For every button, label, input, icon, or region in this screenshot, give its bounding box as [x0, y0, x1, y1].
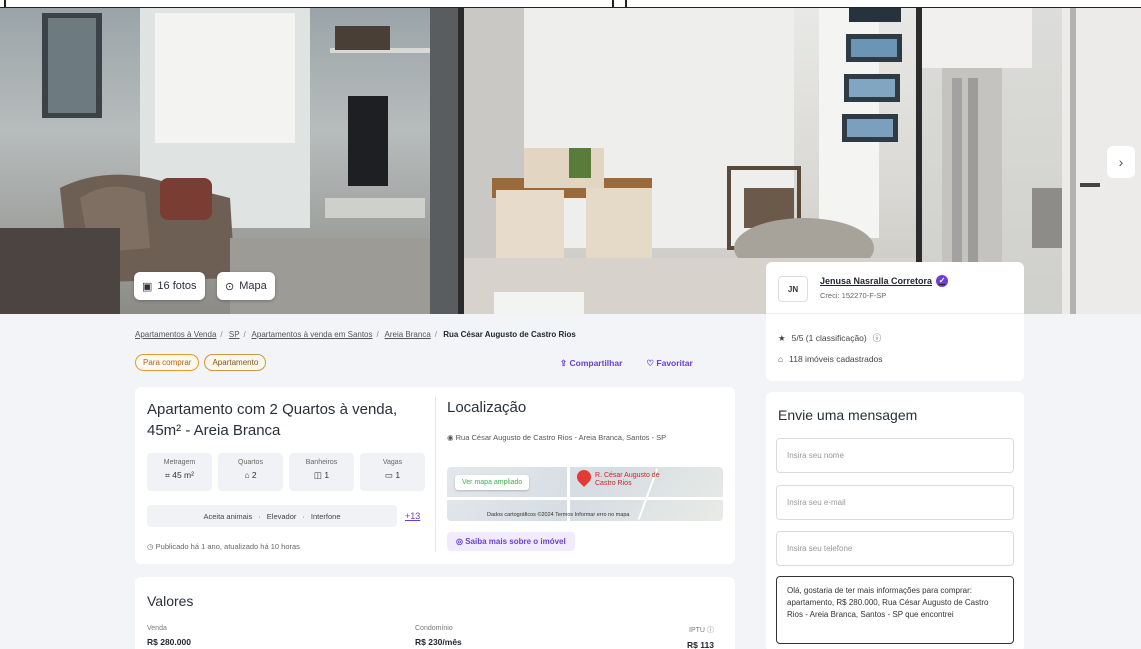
- frame-tick-mid: [612, 0, 614, 8]
- prices-title: Valores: [147, 593, 194, 609]
- agent-rating: ★ 5/5 (1 classificação) ⓘ: [778, 332, 882, 344]
- avatar: JN: [778, 276, 808, 302]
- feature-area: Metragem ⌗ 45 m²: [147, 453, 212, 491]
- area-icon: ⌗: [165, 470, 170, 480]
- photos-button[interactable]: ▣ 16 fotos: [134, 272, 205, 300]
- favorite-button[interactable]: ♡ Favoritar: [646, 358, 692, 369]
- info-icon[interactable]: ⓘ: [873, 332, 882, 344]
- car-icon: ▭: [384, 470, 393, 480]
- expand-map-button[interactable]: Ver mapa ampliado: [455, 475, 530, 490]
- listing-actions: ⇪ Compartilhar ♡ Favoritar: [560, 358, 693, 369]
- tag-type: Apartamento: [204, 354, 267, 371]
- location-pin-icon: ◉: [447, 433, 454, 442]
- published-info: ◷ Publicado há 1 ano, atualizado há 10 h…: [147, 542, 300, 551]
- agent-creci: Creci: 152270-F-SP: [820, 291, 887, 300]
- message-textarea[interactable]: Olá, gostaria de ter mais informações pa…: [776, 576, 1014, 644]
- share-icon: ⇪: [560, 358, 568, 368]
- feature-bedrooms: Quartos ⌂ 2: [218, 453, 283, 491]
- share-button[interactable]: ⇪ Compartilhar: [560, 358, 622, 369]
- feature-parking: Vagas ▭ 1: [360, 453, 425, 491]
- help-icon[interactable]: ⓘ: [707, 627, 714, 634]
- map-road: [447, 497, 723, 500]
- breadcrumb-item[interactable]: Areia Branca: [385, 330, 431, 339]
- listing-tags: Para comprar Apartamento: [135, 354, 267, 371]
- location-title: Localização: [447, 399, 527, 416]
- bed-icon: ⌂: [244, 470, 250, 480]
- agent-header: JN Jenusa Nasralla Corretora ✓ Creci: 15…: [766, 262, 1024, 314]
- listing-summary-card: Apartamento com 2 Quartos à venda, 45m² …: [135, 387, 735, 564]
- feature-bathrooms: Banheiros ◫ 1: [289, 453, 354, 491]
- amenity-item: Aceita animais: [203, 511, 253, 521]
- feature-list: Metragem ⌗ 45 m² Quartos ⌂ 2 Banheiros ◫…: [147, 453, 425, 491]
- location-pin-icon: ⊙: [225, 280, 235, 293]
- chevron-right-icon: ›: [1118, 154, 1124, 170]
- form-title: Envie uma mensagem: [778, 407, 918, 423]
- verified-icon: ✓: [936, 275, 949, 287]
- amenity-item: Interfone: [310, 511, 341, 521]
- next-photo-button[interactable]: ›: [1107, 146, 1135, 178]
- breadcrumb-item[interactable]: Apartamentos à Venda: [135, 330, 216, 339]
- breadcrumb-item[interactable]: SP: [229, 330, 240, 339]
- price-iptu: IPTU ⓘ R$ 113: [687, 627, 714, 649]
- frame-tick-mid2: [625, 0, 627, 8]
- agent-listings: ⌂ 118 imóveis cadastrados: [778, 354, 883, 364]
- amenity-item: Elevador: [266, 511, 297, 521]
- location-address: ◉ Rua César Augusto de Castro Rios - Are…: [447, 433, 667, 442]
- breadcrumb-current: Rua César Augusto de Castro Rios: [443, 330, 576, 339]
- info-icon: ◎: [456, 537, 463, 546]
- price-sale: Venda R$ 280.000: [147, 625, 191, 647]
- breadcrumb-item[interactable]: Apartamentos à venda em Santos: [252, 330, 373, 339]
- heart-icon: ♡: [646, 358, 655, 368]
- top-frame-bar: [0, 0, 1141, 8]
- frame-tick-left: [4, 0, 6, 8]
- name-field[interactable]: [776, 438, 1014, 473]
- phone-field[interactable]: [776, 531, 1014, 566]
- map-footer: Dados cartográficos ©2024 Termos Informa…: [487, 512, 630, 518]
- email-field[interactable]: [776, 485, 1014, 520]
- photo-icon: ▣: [142, 280, 153, 293]
- house-icon: ⌂: [778, 354, 784, 364]
- more-amenities-link[interactable]: +13: [405, 511, 420, 521]
- breadcrumb: Apartamentos à Venda / SP / Apartamentos à…: [135, 330, 576, 339]
- contact-form: Envie uma mensagem Olá, gostaria de ter …: [766, 392, 1024, 649]
- location-map[interactable]: Ver mapa ampliado R. César Augusto de Ca…: [447, 467, 723, 521]
- bath-icon: ◫: [313, 470, 322, 480]
- price-condo: Condomínio R$ 230/mês: [415, 625, 462, 647]
- divider: [435, 397, 436, 552]
- prices-card: Valores Venda R$ 280.000 Condomínio R$ 2…: [135, 577, 735, 649]
- property-details-button[interactable]: ◎ Saiba mais sobre o imóvel: [447, 532, 575, 551]
- amenities-list: Aceita animais · Elevador · Interfone: [147, 505, 397, 527]
- page-title: Apartamento com 2 Quartos à venda, 45m² …: [147, 401, 398, 439]
- agent-card: JN Jenusa Nasralla Corretora ✓ Creci: 15…: [766, 262, 1024, 381]
- star-icon: ★: [778, 332, 786, 343]
- tag-purpose: Para comprar: [135, 354, 200, 371]
- agent-name-link[interactable]: Jenusa Nasralla Corretora ✓: [820, 275, 949, 287]
- map-pin-label: R. César Augusto de Castro Rios: [595, 472, 660, 487]
- photo-living-room[interactable]: [0, 8, 458, 314]
- map-pin-icon: [574, 467, 594, 487]
- clock-icon: ◷: [147, 542, 154, 551]
- map-button[interactable]: ⊙ Mapa: [217, 272, 275, 300]
